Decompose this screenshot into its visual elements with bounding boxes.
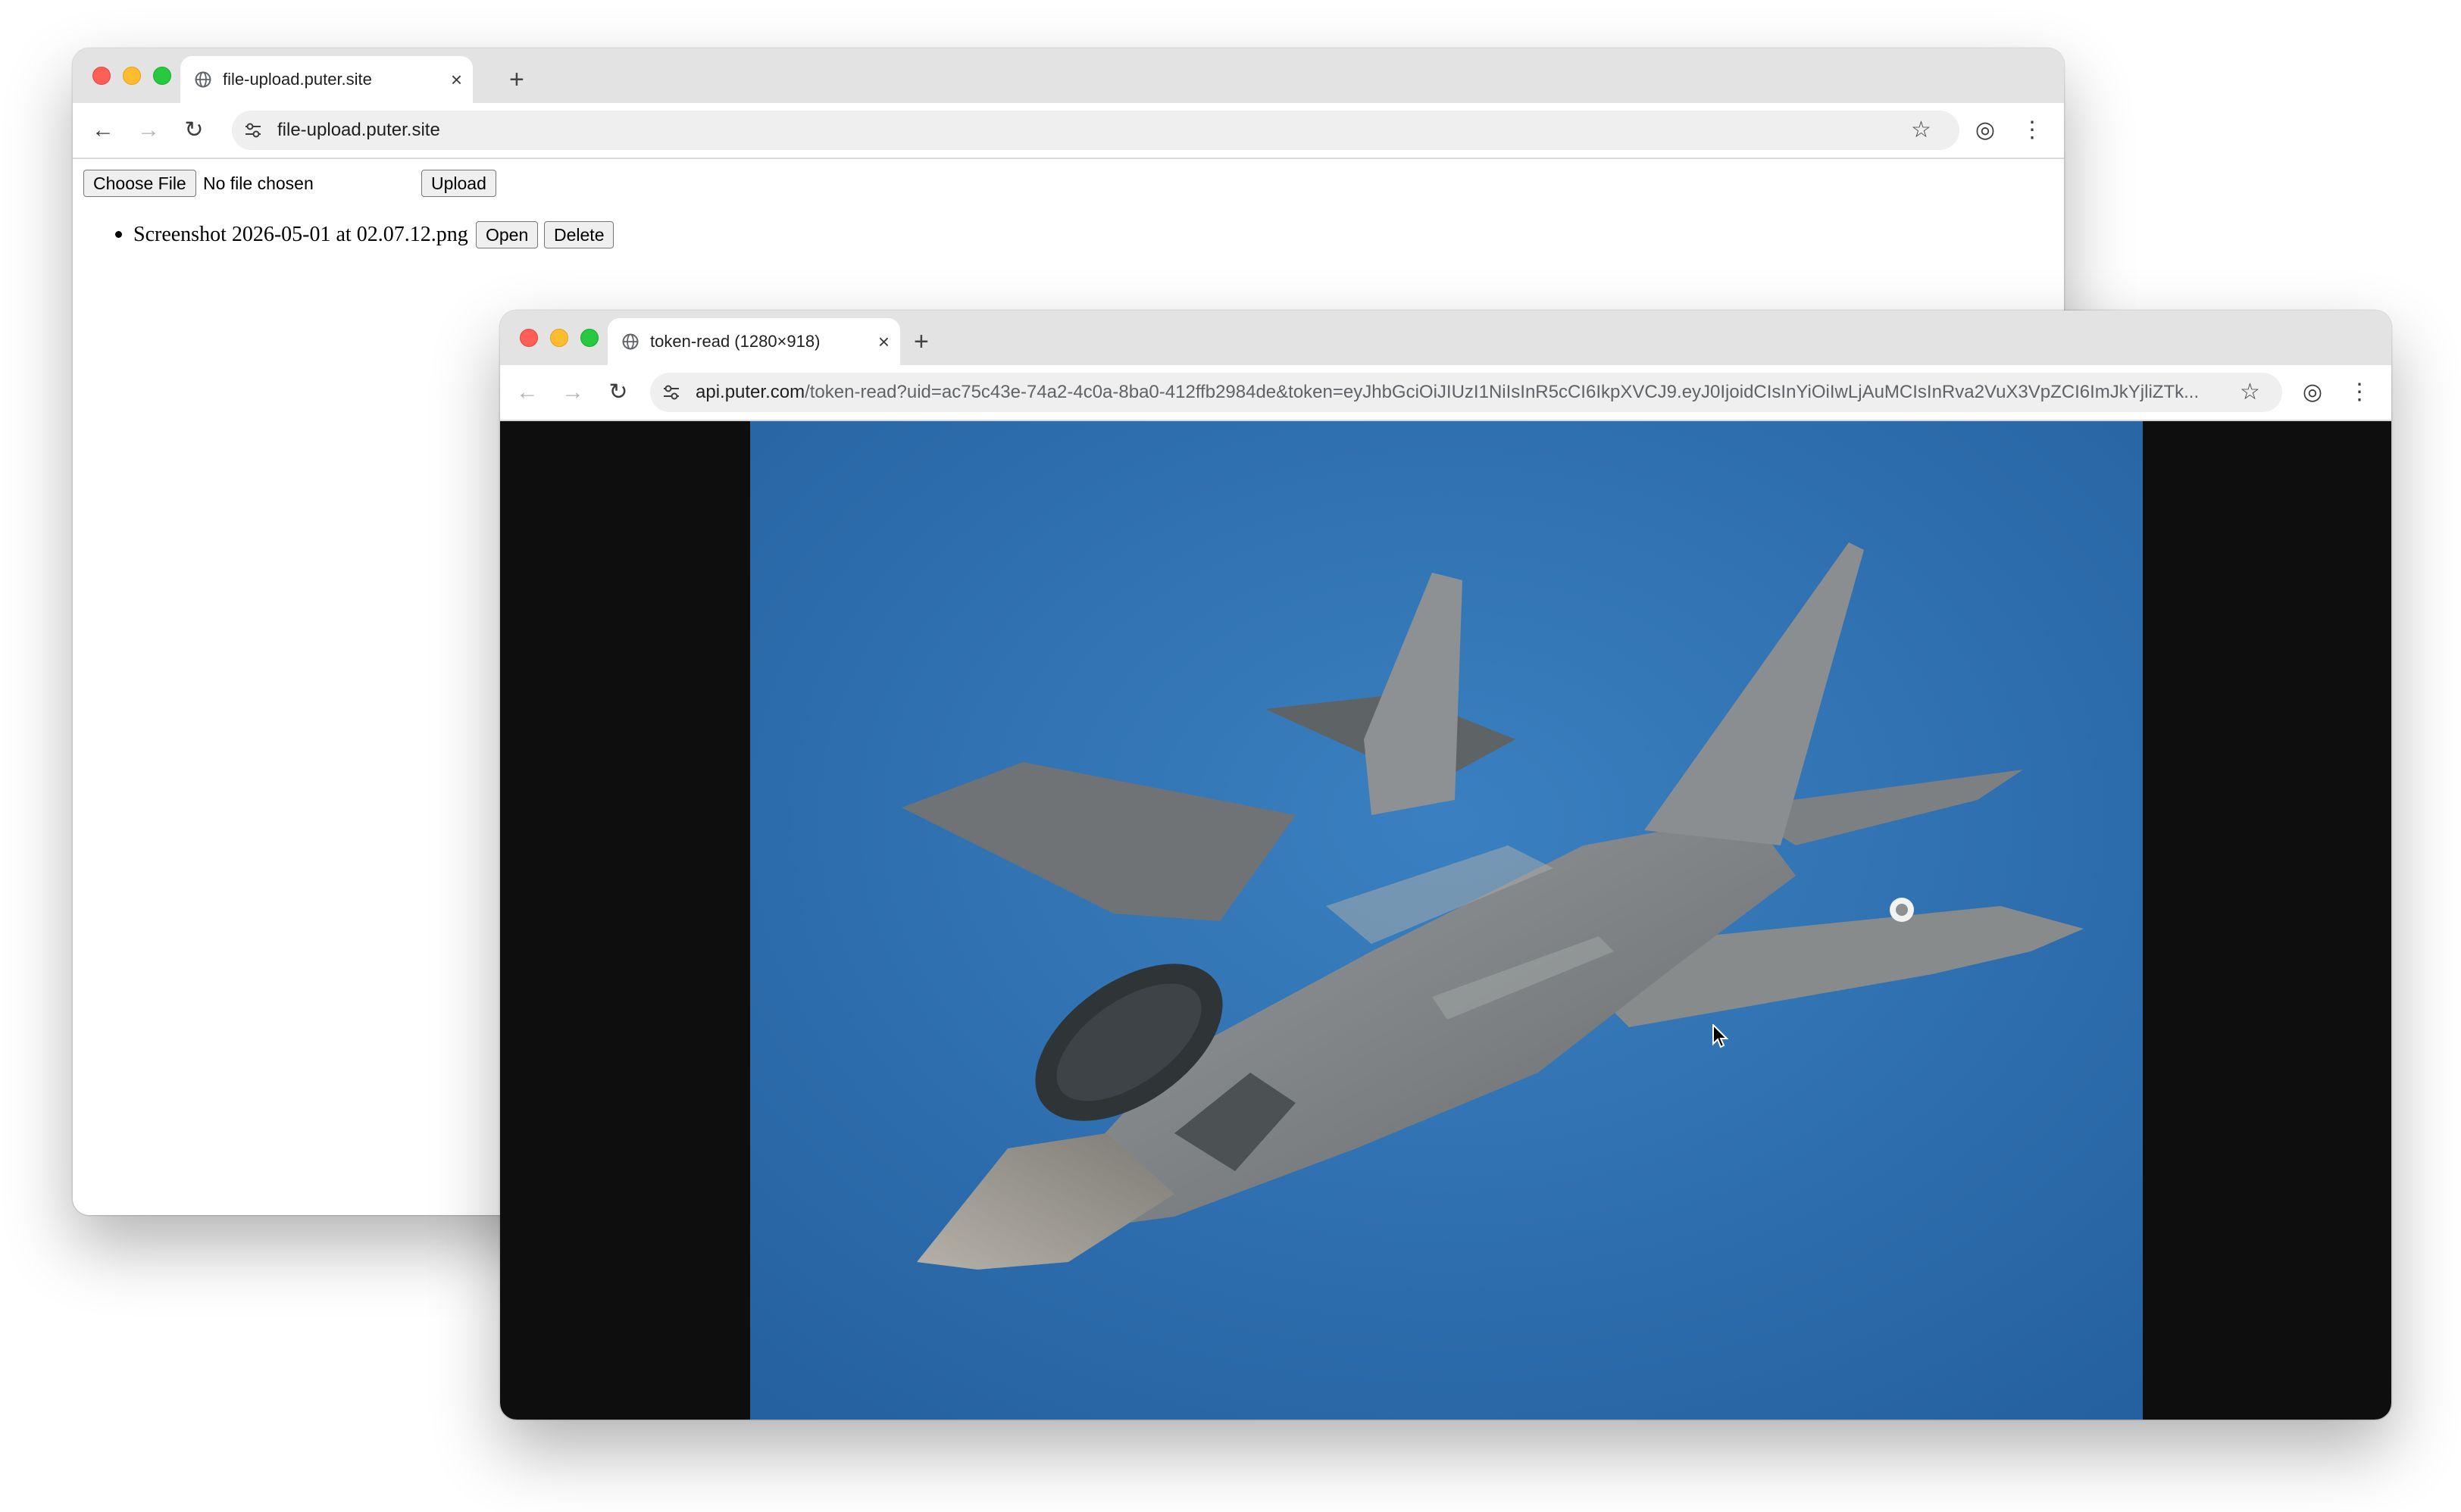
menu-kebab-icon[interactable]: ⋮ (2017, 103, 2047, 158)
minimize-window-button[interactable] (123, 67, 141, 85)
close-window-button[interactable] (92, 67, 111, 85)
image-viewer (500, 421, 2391, 1420)
bullet-icon (115, 231, 122, 238)
profile-icon[interactable]: ◎ (2297, 365, 2328, 420)
url-text: api.puter.com/token-read?uid=ac75c43e-74… (696, 373, 2231, 412)
globe-icon (195, 71, 211, 88)
bookmark-star-icon[interactable]: ☆ (1911, 111, 1931, 150)
close-window-button[interactable] (520, 329, 538, 347)
window-controls (520, 329, 599, 347)
tab-strip: token-read (1280×918) × + (500, 311, 2391, 365)
toolbar: ← → ↻ api.puter.com/token-read?uid=ac75c… (500, 365, 2391, 421)
open-file-button[interactable]: Open (476, 221, 539, 248)
forward-arrow-icon[interactable]: → (556, 365, 589, 420)
file-name: Screenshot 2026-05-01 at 02.07.12.png (133, 223, 468, 246)
mouse-cursor-icon (1712, 1024, 1729, 1048)
tab-file-upload[interactable]: file-upload.puter.site × (180, 56, 473, 103)
address-bar[interactable]: file-upload.puter.site ☆ (232, 111, 1959, 150)
back-arrow-icon[interactable]: ← (86, 103, 120, 158)
back-arrow-icon[interactable]: ← (511, 365, 544, 420)
bookmark-star-icon[interactable]: ☆ (2240, 373, 2260, 412)
choose-file-button[interactable]: Choose File (83, 170, 196, 197)
jet-photo (750, 421, 2143, 1420)
zoom-window-button[interactable] (153, 67, 171, 85)
upload-button[interactable]: Upload (421, 170, 496, 197)
tab-token-read[interactable]: token-read (1280×918) × (608, 318, 900, 365)
delete-file-button[interactable]: Delete (544, 221, 614, 248)
reload-icon[interactable]: ↻ (602, 365, 635, 420)
tab-close-icon[interactable]: × (451, 56, 462, 103)
minimize-window-button[interactable] (550, 329, 568, 347)
zoom-window-button[interactable] (580, 329, 599, 347)
toolbar: ← → ↻ file-upload.puter.site ☆ ◎ ⋮ (73, 103, 2064, 159)
globe-icon (622, 333, 639, 350)
tab-title: file-upload.puter.site (223, 70, 372, 89)
profile-icon[interactable]: ◎ (1970, 103, 2000, 158)
url-host: api.puter.com (696, 382, 805, 402)
new-tab-button[interactable]: + (914, 318, 929, 365)
browser-window-image-viewer: token-read (1280×918) × + ← → ↻ api.pute… (500, 311, 2391, 1420)
forward-arrow-icon[interactable]: → (132, 103, 165, 158)
url-path: /token-read?uid=ac75c43e-74a2-4c0a-8ba0-… (805, 382, 2200, 402)
address-bar[interactable]: api.puter.com/token-read?uid=ac75c43e-74… (650, 373, 2282, 412)
tab-close-icon[interactable]: × (878, 318, 890, 365)
site-info-icon[interactable] (661, 382, 682, 403)
window-controls (92, 67, 171, 85)
fighter-jet-image (750, 421, 2143, 1420)
url-text: file-upload.puter.site (277, 120, 440, 140)
file-status-text: No file chosen (203, 173, 314, 193)
new-tab-button[interactable]: + (509, 56, 524, 103)
reload-icon[interactable]: ↻ (177, 103, 211, 158)
menu-kebab-icon[interactable]: ⋮ (2344, 365, 2375, 420)
tab-strip: file-upload.puter.site × + (73, 48, 2064, 103)
tab-title: token-read (1280×918) (650, 332, 821, 351)
site-info-icon[interactable] (242, 120, 264, 141)
